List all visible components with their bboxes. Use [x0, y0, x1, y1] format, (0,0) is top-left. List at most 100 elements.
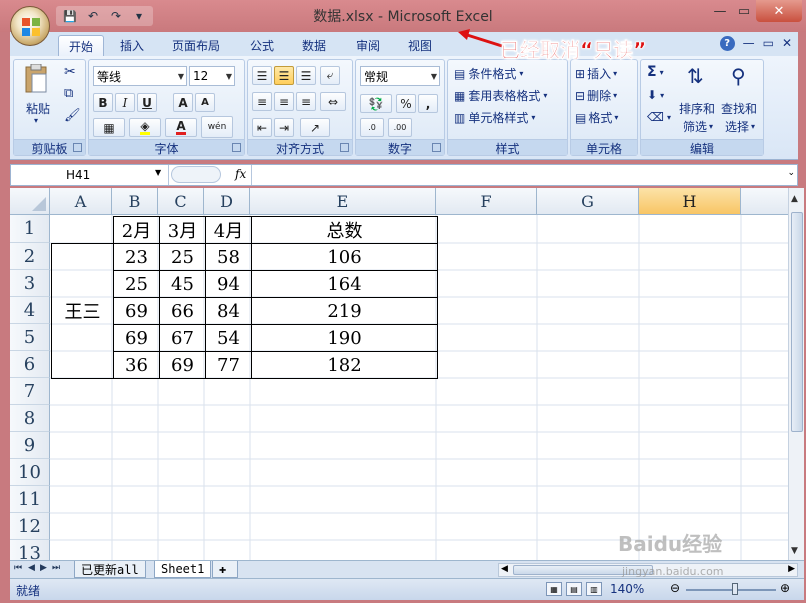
clipboard-launcher-icon[interactable] [73, 143, 82, 152]
tab-data[interactable]: 数据 [292, 35, 336, 56]
font-name-select[interactable]: 等线 ▼ [93, 66, 187, 86]
table-cell[interactable]: 67 [159, 324, 206, 352]
cell-styles-button[interactable]: ▥ 单元格样式 ▾ [454, 109, 535, 126]
table-cell[interactable]: 182 [251, 351, 438, 379]
expand-formula-bar-icon[interactable]: ⌄ [787, 168, 795, 178]
tab-home[interactable]: 开始 [58, 35, 105, 56]
last-sheet-icon[interactable]: ⏭ [52, 563, 60, 573]
align-top-icon[interactable]: ☰ [252, 66, 272, 85]
font-color-button[interactable]: A [165, 118, 197, 137]
merge-center-icon[interactable]: ⇔ [320, 92, 346, 111]
table-cell[interactable]: 66 [159, 297, 206, 325]
table-cell[interactable]: 219 [251, 297, 438, 325]
scroll-right-icon[interactable]: ▶ [788, 564, 795, 574]
scroll-left-icon[interactable]: ◀ [501, 564, 508, 574]
page-layout-view-icon[interactable]: ▤ [566, 582, 582, 596]
tab-page-layout[interactable]: 页面布局 [162, 35, 230, 56]
paste-dropdown-icon[interactable]: ▾ [34, 116, 38, 125]
name-box[interactable]: H41 [11, 165, 169, 185]
column-header-g[interactable]: G [537, 188, 639, 215]
find-select-label[interactable]: 查找和 [721, 100, 757, 117]
table-cell[interactable]: 94 [205, 270, 252, 298]
alignment-launcher-icon[interactable] [340, 143, 349, 152]
insert-function-icon[interactable]: fx [235, 167, 246, 181]
tab-view[interactable]: 视图 [398, 35, 442, 56]
find-select-label-2[interactable]: 选择 ▾ [725, 118, 755, 135]
sort-filter-label-2[interactable]: 筛选 ▾ [683, 118, 713, 135]
vertical-scrollbar[interactable]: ▲ ▼ [788, 188, 804, 560]
sheet-tab-sheet1[interactable]: Sheet1 [154, 561, 212, 578]
zoom-slider-thumb[interactable] [732, 583, 738, 595]
cell-d1[interactable]: 4月 [205, 216, 252, 244]
shrink-font-button[interactable]: A [195, 93, 215, 112]
row-header[interactable]: 5 [10, 324, 50, 351]
sheet-tab-updated[interactable]: 已更新all [74, 561, 146, 578]
page-break-view-icon[interactable]: ▥ [586, 582, 602, 596]
accounting-format-icon[interactable]: 💱 [360, 94, 392, 113]
ribbon-close-icon[interactable]: ✕ [782, 36, 792, 51]
bold-button[interactable]: B [93, 93, 113, 112]
column-header-a[interactable]: A [50, 188, 112, 215]
font-size-select[interactable]: 12 ▼ [189, 66, 235, 86]
percent-button[interactable]: % [396, 94, 416, 113]
table-cell[interactable]: 190 [251, 324, 438, 352]
table-cell[interactable]: 164 [251, 270, 438, 298]
first-sheet-icon[interactable]: ⏮ [14, 563, 22, 573]
format-painter-icon[interactable]: 🖌 [64, 108, 81, 123]
row-header[interactable]: 1 [10, 215, 50, 243]
number-launcher-icon[interactable] [432, 143, 441, 152]
increase-decimal-button[interactable]: .0 [360, 118, 384, 137]
table-cell[interactable]: 69 [113, 324, 160, 352]
increase-indent-icon[interactable]: ⇥ [274, 118, 294, 137]
row-header[interactable]: 8 [10, 405, 50, 432]
fill-color-button[interactable]: ◈ [129, 118, 161, 137]
select-all-corner[interactable] [10, 188, 50, 215]
zoom-level[interactable]: 140% [610, 582, 644, 596]
cut-icon[interactable]: ✂ [64, 64, 76, 80]
column-header-e[interactable]: E [250, 188, 436, 215]
table-cell[interactable]: 84 [205, 297, 252, 325]
row-header[interactable]: 3 [10, 270, 50, 297]
insert-sheet-icon[interactable]: ✚ [212, 561, 238, 578]
tab-review[interactable]: 审阅 [346, 35, 390, 56]
next-sheet-icon[interactable]: ▶ [40, 563, 47, 573]
row-header[interactable]: 10 [10, 459, 50, 486]
vertical-scroll-thumb[interactable] [791, 212, 803, 432]
format-as-table-button[interactable]: ▦ 套用表格格式 ▾ [454, 87, 547, 104]
scroll-up-icon[interactable]: ▲ [791, 194, 798, 204]
column-header-b[interactable]: B [112, 188, 158, 215]
column-header-d[interactable]: D [204, 188, 250, 215]
table-cell[interactable]: 54 [205, 324, 252, 352]
row-header[interactable]: 13 [10, 540, 50, 560]
comma-button[interactable]: , [418, 94, 438, 113]
close-button[interactable]: ✕ [756, 0, 802, 22]
row-header[interactable]: 11 [10, 486, 50, 513]
decrease-decimal-button[interactable]: .00 [388, 118, 412, 137]
table-cell[interactable]: 77 [205, 351, 252, 379]
name-box-dropdown-icon[interactable]: ▼ [155, 168, 161, 177]
align-right-icon[interactable]: ≡ [296, 92, 316, 111]
table-cell[interactable]: 58 [205, 243, 252, 271]
borders-button[interactable]: ▦ [93, 118, 125, 137]
cell-e1[interactable]: 总数 [251, 216, 438, 244]
orientation-icon[interactable]: ↗ [300, 118, 330, 137]
table-cell[interactable]: 25 [113, 270, 160, 298]
table-cell[interactable]: 36 [113, 351, 160, 379]
scroll-down-icon[interactable]: ▼ [791, 546, 798, 556]
align-bottom-icon[interactable]: ☰ [296, 66, 316, 85]
row-header[interactable]: 9 [10, 432, 50, 459]
number-format-select[interactable]: 常规 ▼ [360, 66, 440, 86]
ribbon-minimize-icon[interactable]: — [743, 36, 755, 51]
table-cell[interactable]: 45 [159, 270, 206, 298]
paste-button[interactable]: 粘贴 [26, 100, 50, 117]
minimize-button[interactable]: — [708, 0, 732, 22]
grow-font-button[interactable]: A [173, 93, 193, 112]
column-header-f[interactable]: F [436, 188, 537, 215]
table-cell[interactable]: 23 [113, 243, 160, 271]
paste-icon[interactable] [22, 64, 52, 94]
underline-button[interactable]: U [137, 93, 157, 112]
help-icon[interactable]: ? [719, 36, 735, 51]
office-button[interactable] [10, 6, 50, 46]
format-cells-button[interactable]: ▤ 格式 ▾ [575, 109, 618, 126]
cell-c1[interactable]: 3月 [159, 216, 206, 244]
